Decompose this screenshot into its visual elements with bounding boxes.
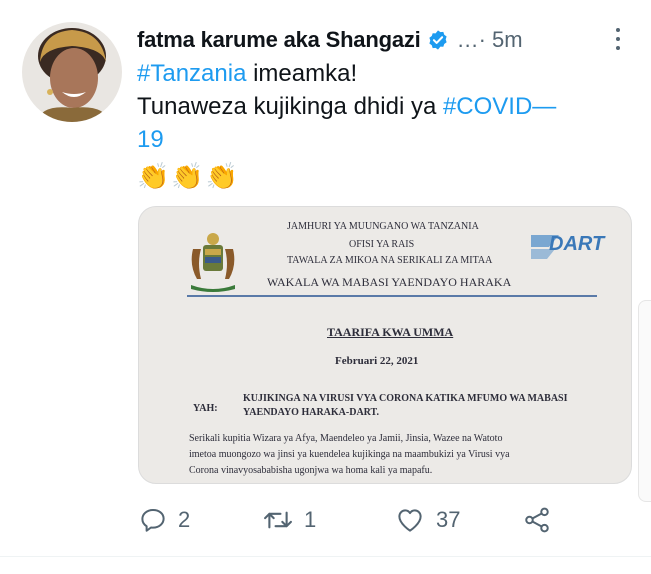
tweet-actions: 2 1 37	[138, 500, 608, 540]
doc-subject-line: KUJIKINGA NA VIRUSI VYA CORONA KATIKA MF…	[243, 393, 568, 404]
author-avatar[interactable]	[22, 22, 122, 122]
clapping-hands-emoji: 👏	[205, 161, 239, 191]
doc-header-line: TAWALA ZA MIKOA NA SERIKALI ZA MITAA	[287, 255, 493, 266]
reply-button[interactable]: 2	[138, 500, 190, 540]
dart-logo-text: DART	[549, 233, 605, 255]
tweet-divider	[0, 556, 651, 557]
tweet[interactable]: fatma karume aka Shangazi …· 5m #Tanzani…	[0, 0, 651, 574]
retweet-button[interactable]: 1	[262, 500, 316, 540]
adjacent-panel-edge	[638, 300, 651, 502]
emoji-row: 👏 👏 👏	[137, 160, 238, 192]
tweet-header: fatma karume aka Shangazi …· 5m	[137, 22, 621, 58]
retweet-icon	[264, 511, 292, 529]
tweet-text-segment: imeamka!	[246, 60, 358, 87]
doc-date: Februari 22, 2021	[335, 355, 419, 367]
clapping-hands-emoji: 👏	[137, 161, 170, 191]
doc-header-line: WAKALA WA MABASI YAENDAYO HARAKA	[267, 275, 512, 289]
doc-body-line: Corona vinavyosababisha ugonjwa wa homa …	[189, 465, 433, 476]
share-button[interactable]	[522, 500, 552, 540]
hashtag-link[interactable]: #COVID—	[443, 93, 556, 120]
clapping-hands-emoji: 👏	[171, 161, 204, 191]
like-count: 37	[436, 507, 461, 532]
more-options-icon[interactable]	[615, 28, 621, 50]
hashtag-link-continued[interactable]: 19	[137, 126, 164, 153]
coat-of-arms-icon	[191, 233, 235, 292]
tweet-text-segment: Tunaweza kujikinga dhidi ya	[137, 93, 443, 120]
tweet-time: …· 5m	[456, 27, 523, 52]
media-image[interactable]: DART JAMHURI YA MUUNGANO WA TANZANIA OFI…	[138, 206, 632, 484]
like-button[interactable]: 37	[394, 500, 460, 540]
doc-body-line: Serikali kupitia Wizara ya Afya, Maendel…	[189, 433, 503, 444]
dart-logo-icon: DART	[529, 227, 604, 277]
doc-body-line: imetoa muongozo wa jinsi ya kuendelea ku…	[189, 449, 510, 460]
heart-icon	[398, 509, 422, 532]
reply-icon	[141, 509, 165, 532]
doc-header-rule	[187, 295, 597, 297]
retweet-count: 1	[304, 507, 317, 532]
doc-subject-line: YAENDAYO HARAKA-DART.	[243, 407, 379, 418]
author-name[interactable]: fatma karume aka Shangazi	[137, 27, 421, 53]
doc-title: TAARIFA KWA UMMA	[327, 325, 454, 339]
hashtag-link[interactable]: #Tanzania	[137, 60, 246, 87]
reply-count: 2	[178, 507, 191, 532]
doc-header-line: JAMHURI YA MUUNGANO WA TANZANIA	[287, 221, 479, 232]
tweet-text: #Tanzania imeamka! Tunaweza kujikinga dh…	[137, 57, 617, 156]
verified-badge-icon	[427, 29, 449, 51]
document-photo: DART JAMHURI YA MUUNGANO WA TANZANIA OFI…	[139, 207, 631, 483]
doc-header-line: OFISI YA RAIS	[349, 239, 415, 250]
share-icon	[525, 507, 549, 533]
doc-subject-label: YAH:	[193, 403, 218, 414]
